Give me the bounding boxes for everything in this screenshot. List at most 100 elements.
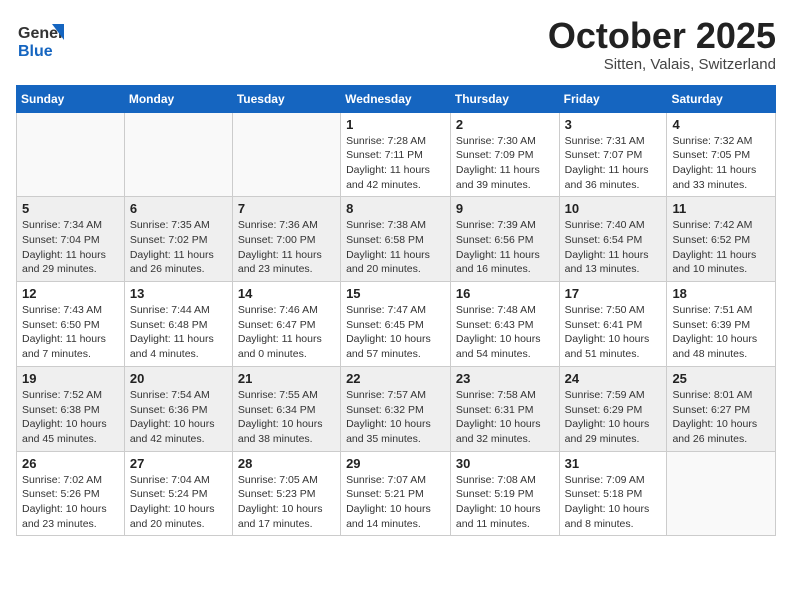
calendar-cell: 31 Sunrise: 7:09 AM Sunset: 5:18 PM Dayli…: [559, 451, 667, 536]
day-info: Sunrise: 7:08 AM Sunset: 5:19 PM Dayligh…: [456, 473, 554, 532]
calendar-cell: [17, 112, 125, 197]
calendar-cell: 23 Sunrise: 7:58 AM Sunset: 6:31 PM Dayli…: [450, 366, 559, 451]
calendar-cell: 4 Sunrise: 7:32 AM Sunset: 7:05 PM Daylig…: [667, 112, 776, 197]
day-info: Sunrise: 7:47 AM Sunset: 6:45 PM Dayligh…: [346, 303, 445, 362]
day-info: Sunrise: 7:02 AM Sunset: 5:26 PM Dayligh…: [22, 473, 119, 532]
day-number: 9: [456, 201, 554, 216]
day-info: Sunrise: 7:35 AM Sunset: 7:02 PM Dayligh…: [130, 218, 227, 277]
calendar-table: SundayMondayTuesdayWednesdayThursdayFrid…: [16, 85, 776, 537]
day-info: Sunrise: 7:09 AM Sunset: 5:18 PM Dayligh…: [565, 473, 662, 532]
day-number: 31: [565, 456, 662, 471]
day-number: 14: [238, 286, 335, 301]
calendar-cell: 6 Sunrise: 7:35 AM Sunset: 7:02 PM Daylig…: [124, 197, 232, 282]
day-number: 26: [22, 456, 119, 471]
day-info: Sunrise: 7:31 AM Sunset: 7:07 PM Dayligh…: [565, 134, 662, 193]
calendar-cell: 28 Sunrise: 7:05 AM Sunset: 5:23 PM Dayli…: [232, 451, 340, 536]
calendar-cell: 20Sunrise: 7:54 AM Sunset: 6:36 PM Dayli…: [124, 366, 232, 451]
day-number: 24: [565, 371, 662, 386]
day-number: 3: [565, 117, 662, 132]
day-number: 19: [22, 371, 119, 386]
day-info: Sunrise: 7:58 AM Sunset: 6:31 PM Dayligh…: [456, 388, 554, 447]
calendar-cell: 29Sunrise: 7:07 AM Sunset: 5:21 PM Dayli…: [341, 451, 451, 536]
calendar-week-5: 26 Sunrise: 7:02 AM Sunset: 5:26 PM Dayli…: [17, 451, 776, 536]
day-number: 30: [456, 456, 554, 471]
day-info: Sunrise: 7:36 AM Sunset: 7:00 PM Dayligh…: [238, 218, 335, 277]
calendar-cell: 9 Sunrise: 7:39 AM Sunset: 6:56 PM Daylig…: [450, 197, 559, 282]
logo: General Blue: [16, 16, 64, 64]
calendar-week-2: 5Sunrise: 7:34 AM Sunset: 7:04 PM Daylig…: [17, 197, 776, 282]
day-number: 18: [672, 286, 770, 301]
day-info: Sunrise: 7:32 AM Sunset: 7:05 PM Dayligh…: [672, 134, 770, 193]
weekday-header-friday: Friday: [559, 85, 667, 112]
calendar-cell: 10 Sunrise: 7:40 AM Sunset: 6:54 PM Dayli…: [559, 197, 667, 282]
day-number: 2: [456, 117, 554, 132]
day-info: Sunrise: 7:55 AM Sunset: 6:34 PM Dayligh…: [238, 388, 335, 447]
day-info: Sunrise: 7:30 AM Sunset: 7:09 PM Dayligh…: [456, 134, 554, 193]
calendar-cell: 11Sunrise: 7:42 AM Sunset: 6:52 PM Dayli…: [667, 197, 776, 282]
day-info: Sunrise: 7:51 AM Sunset: 6:39 PM Dayligh…: [672, 303, 770, 362]
calendar-cell: [124, 112, 232, 197]
day-number: 8: [346, 201, 445, 216]
day-number: 21: [238, 371, 335, 386]
title-block: October 2025 Sitten, Valais, Switzerland: [548, 16, 776, 73]
day-number: 7: [238, 201, 335, 216]
weekday-header-row: SundayMondayTuesdayWednesdayThursdayFrid…: [17, 85, 776, 112]
day-number: 22: [346, 371, 445, 386]
calendar-cell: 5Sunrise: 7:34 AM Sunset: 7:04 PM Daylig…: [17, 197, 125, 282]
day-number: 16: [456, 286, 554, 301]
calendar-week-3: 12Sunrise: 7:43 AM Sunset: 6:50 PM Dayli…: [17, 282, 776, 367]
logo-block: General Blue: [16, 16, 64, 64]
calendar-cell: 27 Sunrise: 7:04 AM Sunset: 5:24 PM Dayli…: [124, 451, 232, 536]
day-info: Sunrise: 7:54 AM Sunset: 6:36 PM Dayligh…: [130, 388, 227, 447]
day-number: 15: [346, 286, 445, 301]
day-number: 25: [672, 371, 770, 386]
calendar-cell: 17Sunrise: 7:50 AM Sunset: 6:41 PM Dayli…: [559, 282, 667, 367]
weekday-header-wednesday: Wednesday: [341, 85, 451, 112]
day-info: Sunrise: 7:44 AM Sunset: 6:48 PM Dayligh…: [130, 303, 227, 362]
calendar-cell: 25 Sunrise: 8:01 AM Sunset: 6:27 PM Dayli…: [667, 366, 776, 451]
logo-icon: General Blue: [16, 16, 64, 64]
location: Sitten, Valais, Switzerland: [548, 56, 776, 73]
calendar-cell: 7 Sunrise: 7:36 AM Sunset: 7:00 PM Daylig…: [232, 197, 340, 282]
calendar-cell: 22Sunrise: 7:57 AM Sunset: 6:32 PM Dayli…: [341, 366, 451, 451]
calendar-cell: 8 Sunrise: 7:38 AM Sunset: 6:58 PM Daylig…: [341, 197, 451, 282]
day-info: Sunrise: 7:05 AM Sunset: 5:23 PM Dayligh…: [238, 473, 335, 532]
day-number: 10: [565, 201, 662, 216]
day-number: 17: [565, 286, 662, 301]
calendar-cell: 16Sunrise: 7:48 AM Sunset: 6:43 PM Dayli…: [450, 282, 559, 367]
day-info: Sunrise: 7:59 AM Sunset: 6:29 PM Dayligh…: [565, 388, 662, 447]
calendar-cell: 15 Sunrise: 7:47 AM Sunset: 6:45 PM Dayli…: [341, 282, 451, 367]
day-number: 4: [672, 117, 770, 132]
calendar-cell: 12Sunrise: 7:43 AM Sunset: 6:50 PM Dayli…: [17, 282, 125, 367]
weekday-header-thursday: Thursday: [450, 85, 559, 112]
day-number: 29: [346, 456, 445, 471]
calendar-week-1: 1Sunrise: 7:28 AM Sunset: 7:11 PM Daylig…: [17, 112, 776, 197]
day-info: Sunrise: 7:38 AM Sunset: 6:58 PM Dayligh…: [346, 218, 445, 277]
day-info: Sunrise: 7:39 AM Sunset: 6:56 PM Dayligh…: [456, 218, 554, 277]
day-number: 28: [238, 456, 335, 471]
calendar-cell: 30 Sunrise: 7:08 AM Sunset: 5:19 PM Dayli…: [450, 451, 559, 536]
calendar-cell: 1Sunrise: 7:28 AM Sunset: 7:11 PM Daylig…: [341, 112, 451, 197]
day-number: 23: [456, 371, 554, 386]
day-number: 6: [130, 201, 227, 216]
day-info: Sunrise: 7:04 AM Sunset: 5:24 PM Dayligh…: [130, 473, 227, 532]
calendar-cell: 2 Sunrise: 7:30 AM Sunset: 7:09 PM Daylig…: [450, 112, 559, 197]
day-info: Sunrise: 7:43 AM Sunset: 6:50 PM Dayligh…: [22, 303, 119, 362]
day-info: Sunrise: 8:01 AM Sunset: 6:27 PM Dayligh…: [672, 388, 770, 447]
calendar-cell: 19 Sunrise: 7:52 AM Sunset: 6:38 PM Dayli…: [17, 366, 125, 451]
calendar-cell: [232, 112, 340, 197]
day-number: 5: [22, 201, 119, 216]
day-number: 13: [130, 286, 227, 301]
day-info: Sunrise: 7:40 AM Sunset: 6:54 PM Dayligh…: [565, 218, 662, 277]
calendar-cell: [667, 451, 776, 536]
day-info: Sunrise: 7:46 AM Sunset: 6:47 PM Dayligh…: [238, 303, 335, 362]
day-info: Sunrise: 7:52 AM Sunset: 6:38 PM Dayligh…: [22, 388, 119, 447]
day-number: 11: [672, 201, 770, 216]
calendar-cell: 18 Sunrise: 7:51 AM Sunset: 6:39 PM Dayli…: [667, 282, 776, 367]
day-number: 27: [130, 456, 227, 471]
calendar-cell: 13 Sunrise: 7:44 AM Sunset: 6:48 PM Dayli…: [124, 282, 232, 367]
calendar-cell: 24 Sunrise: 7:59 AM Sunset: 6:29 PM Dayli…: [559, 366, 667, 451]
calendar-cell: 26 Sunrise: 7:02 AM Sunset: 5:26 PM Dayli…: [17, 451, 125, 536]
weekday-header-saturday: Saturday: [667, 85, 776, 112]
weekday-header-tuesday: Tuesday: [232, 85, 340, 112]
